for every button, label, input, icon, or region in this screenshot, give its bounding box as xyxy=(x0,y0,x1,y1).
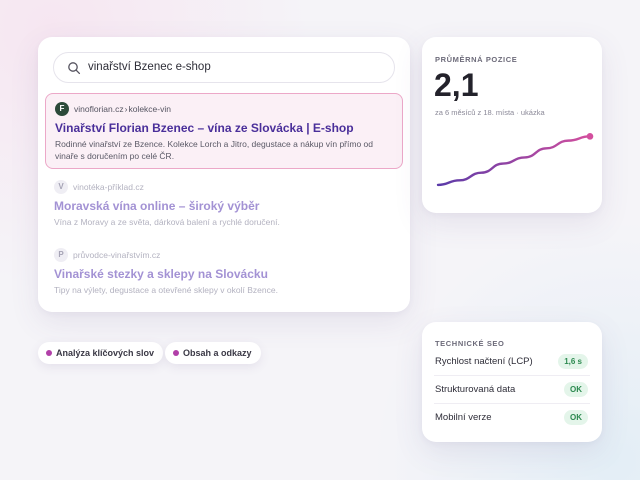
average-position-card: PRŮMĚRNÁ POZICE 2,1 za 6 měsíců z 18. mí… xyxy=(422,37,602,213)
average-position-value: 2,1 xyxy=(434,67,479,103)
result-domain: vinoflorian.cz xyxy=(74,104,124,114)
card-kicker: TECHNICKÉ SEO xyxy=(435,339,505,348)
site-favicon: P xyxy=(54,248,68,262)
search-query: vinařství Bzenec e-shop xyxy=(88,61,211,73)
card-kicker: PRŮMĚRNÁ POZICE xyxy=(435,55,518,64)
search-result-2[interactable]: V vinotéka-příklad.cz Moravská vína onli… xyxy=(45,179,403,235)
result-url[interactable]: průvodce-vinařstvím.cz xyxy=(73,250,160,260)
technical-seo-card: TECHNICKÉ SEO Rychlost načtení (LCP) 1,6… xyxy=(422,322,602,442)
result-title[interactable]: Moravská vína online – široký výběr xyxy=(54,199,259,213)
result-title[interactable]: Vinařství Florian Bzenec – vína ze Slová… xyxy=(55,121,354,135)
tech-row-label: Mobilní verze xyxy=(435,412,492,423)
result-description-line: vinaře s doručením po celé ČR. xyxy=(55,151,175,161)
card-subtitle: za 6 měsíců z 18. místa · ukázka xyxy=(435,108,545,117)
content-links-pill[interactable]: Obsah a odkazy xyxy=(165,342,261,364)
search-input[interactable]: vinařství Bzenec e-shop xyxy=(53,52,395,83)
tech-row-mobile: Mobilní verze OK xyxy=(434,404,590,432)
tech-row-label: Strukturovaná data xyxy=(435,384,516,395)
result-title[interactable]: Vinařské stezky a sklepy na Slovácku xyxy=(54,267,268,281)
status-badge: 1,6 s xyxy=(558,354,588,369)
search-results-card: vinařství Bzenec e-shop F vinoflorian.cz… xyxy=(38,37,410,312)
bullet-dot xyxy=(173,350,179,356)
position-trend-line xyxy=(436,135,592,187)
tech-row-structured-data: Strukturovaná data OK xyxy=(434,376,590,404)
search-result-1[interactable]: F vinoflorian.cz›kolekce-vin Vinařství F… xyxy=(45,93,403,169)
result-path: kolekce-vin xyxy=(128,104,171,114)
site-favicon: F xyxy=(55,102,69,116)
tech-row-label: Rychlost načtení (LCP) xyxy=(435,356,533,367)
result-description: Tipy na výlety, degustace a otevřené skl… xyxy=(54,285,278,295)
tech-row-lcp: Rychlost načtení (LCP) 1,6 s xyxy=(434,348,590,376)
result-description: Vína z Moravy a ze světa, dárková balení… xyxy=(54,217,280,227)
pill-label: Analýza klíčových slov xyxy=(56,348,155,358)
pill-label: Obsah a odkazy xyxy=(183,348,252,358)
result-description-line: Rodinné vinařství ze Bzence. Kolekce Lor… xyxy=(55,139,373,149)
search-icon xyxy=(68,62,81,75)
result-url[interactable]: vinoflorian.cz›kolekce-vin xyxy=(74,104,171,114)
position-trend-chart xyxy=(436,133,594,187)
keyword-analysis-pill[interactable]: Analýza klíčových slov xyxy=(38,342,164,364)
site-favicon: V xyxy=(54,180,68,194)
status-badge: OK xyxy=(564,382,588,397)
result-url[interactable]: vinotéka-příklad.cz xyxy=(73,182,144,192)
bullet-dot xyxy=(46,350,52,356)
status-badge: OK xyxy=(564,410,588,425)
latest-position-point xyxy=(586,133,594,140)
search-result-3[interactable]: P průvodce-vinařstvím.cz Vinařské stezky… xyxy=(45,247,403,303)
result-description: Rodinné vinařství ze Bzence. Kolekce Lor… xyxy=(55,138,395,162)
